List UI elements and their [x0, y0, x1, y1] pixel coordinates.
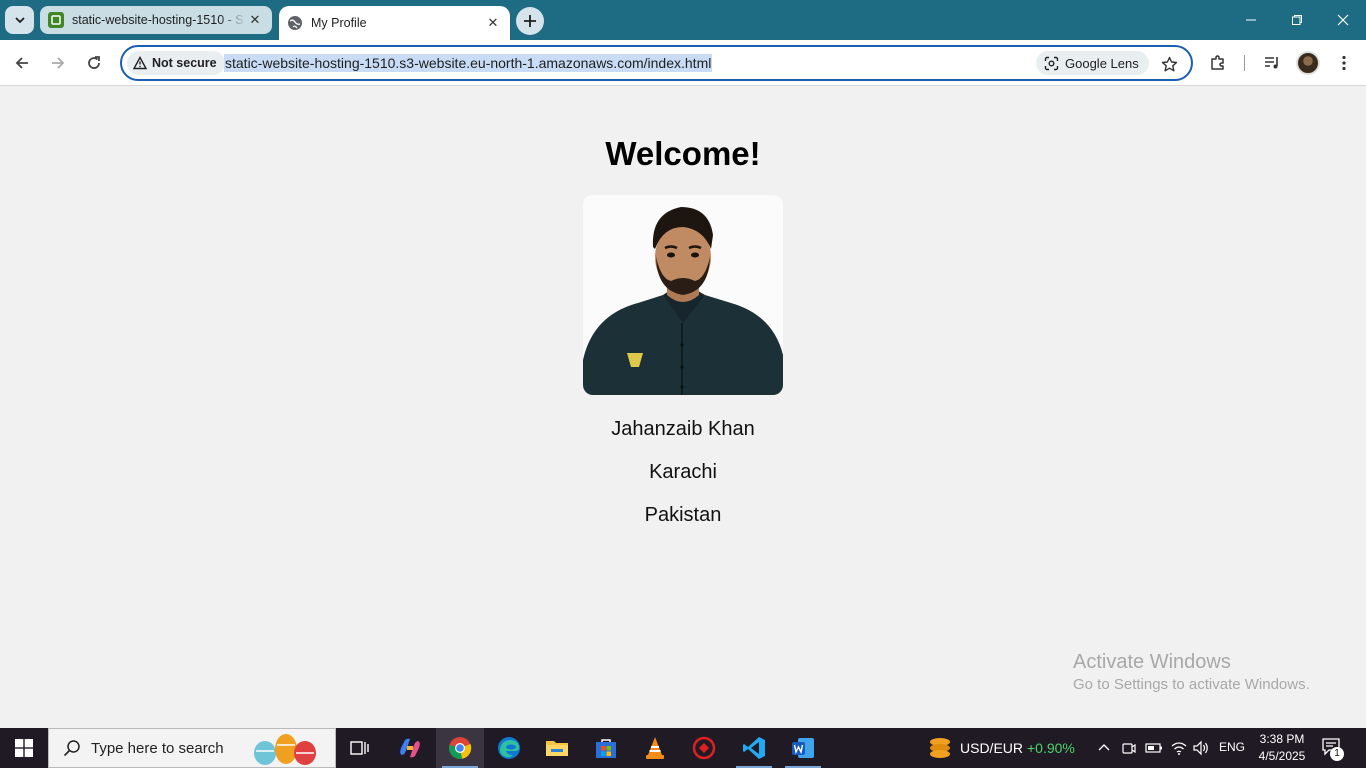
browser-toolbar: Not secure static-website-hosting-1510.s… [0, 40, 1366, 86]
microsoft-store-app[interactable] [582, 728, 630, 768]
tab-search-button[interactable] [5, 6, 34, 34]
google-lens-label: Google Lens [1065, 55, 1139, 71]
start-button[interactable] [0, 728, 48, 768]
taskbar-search-box[interactable]: Type here to search [48, 728, 336, 768]
activate-windows-subtitle: Go to Settings to activate Windows. [1073, 676, 1310, 693]
edge-icon [498, 737, 520, 759]
minimize-button[interactable] [1228, 0, 1274, 40]
wifi-icon[interactable] [1170, 740, 1188, 756]
extensions-button[interactable] [1204, 49, 1232, 77]
page-content: Welcome! Jahanzaib Khan Karachi Pakistan… [0, 87, 1366, 728]
profile-city: Karachi [649, 461, 717, 483]
tab-my-profile[interactable]: My Profile ✕ [279, 6, 510, 40]
address-bar[interactable]: Not secure static-website-hosting-1510.s… [120, 45, 1193, 81]
task-view-icon [350, 741, 369, 755]
page-title: Welcome! [605, 135, 761, 172]
file-explorer-app[interactable] [533, 728, 581, 768]
chrome-icon [449, 737, 472, 759]
reload-icon [88, 56, 100, 69]
security-chip[interactable]: Not secure [127, 51, 225, 75]
restore-icon [1292, 15, 1302, 25]
puzzle-icon [1211, 55, 1224, 70]
windows-logo-icon [15, 739, 33, 757]
clock[interactable]: 3:38 PM 4/5/2025 [1252, 731, 1312, 765]
word-app[interactable] [779, 728, 827, 768]
url-text[interactable]: static-website-hosting-1510.s3-website.e… [224, 54, 713, 72]
vscode-icon [743, 737, 765, 759]
folder-icon [546, 741, 568, 756]
profile-name: Jahanzaib Khan [611, 418, 755, 440]
minimize-icon [1246, 19, 1256, 21]
arrow-left-icon [15, 57, 28, 69]
search-icon [63, 740, 80, 757]
profile-photo [583, 195, 783, 395]
avatar [1296, 51, 1320, 75]
forward-button[interactable] [42, 47, 74, 79]
google-lens-icon [1044, 56, 1059, 70]
vlc-app[interactable] [631, 728, 679, 768]
speaker-icon[interactable] [1192, 740, 1210, 756]
edge-app[interactable] [485, 728, 533, 768]
store-icon [596, 739, 616, 758]
reload-button[interactable] [78, 47, 110, 79]
security-label: Not secure [152, 56, 217, 70]
currency-change: +0.90% [1027, 740, 1075, 756]
notification-count-badge: 1 [1330, 747, 1344, 761]
plus-icon [524, 15, 536, 27]
aws-s3-favicon-icon [48, 12, 64, 28]
profile-button[interactable] [1294, 49, 1322, 77]
menu-button[interactable] [1330, 49, 1358, 77]
toolbar-divider [1244, 55, 1245, 71]
new-tab-button[interactable] [516, 7, 544, 35]
google-lens-button[interactable]: Google Lens [1036, 51, 1149, 75]
camera-icon[interactable] [1121, 740, 1137, 756]
notifications-button[interactable]: 1 [1322, 738, 1346, 761]
tab-strip: static-website-hosting-1510 - S ✕ My Pro… [0, 0, 1366, 40]
copilot-app[interactable] [386, 728, 434, 768]
back-button[interactable] [6, 47, 38, 79]
chevron-up-icon[interactable] [1098, 742, 1110, 752]
red-app[interactable] [680, 728, 728, 768]
clock-date: 4/5/2025 [1258, 749, 1306, 763]
clock-time: 3:38 PM [1259, 732, 1305, 746]
language-indicator[interactable]: ENG [1219, 740, 1245, 754]
currency-label[interactable]: USD/EUR [960, 740, 1023, 756]
vlc-cone-icon [646, 737, 664, 759]
taskbar: Type here to search USD/EUR +0.90% ENG 3… [0, 728, 1366, 768]
easter-eggs-icon [254, 734, 316, 765]
activate-windows-title: Activate Windows [1073, 651, 1231, 673]
chrome-app[interactable] [436, 728, 484, 768]
copilot-icon [400, 738, 420, 758]
tab-title: static-website-hosting-1510 - S [72, 13, 244, 27]
bookmark-button[interactable] [1158, 53, 1180, 75]
tab-title: My Profile [311, 16, 367, 30]
media-control-button[interactable] [1258, 49, 1286, 77]
word-icon [792, 738, 814, 758]
task-view-button[interactable] [336, 728, 384, 768]
vscode-app[interactable] [730, 728, 778, 768]
chevron-down-icon [14, 17, 25, 24]
tab-s3-console[interactable]: static-website-hosting-1510 - S ✕ [40, 6, 272, 34]
close-window-button[interactable] [1320, 0, 1366, 40]
battery-icon[interactable] [1145, 742, 1163, 754]
star-icon [1161, 56, 1177, 71]
kebab-menu-icon [1342, 55, 1346, 71]
arrow-right-icon [52, 57, 65, 69]
warning-icon [133, 56, 147, 70]
circular-app-icon [692, 736, 716, 760]
close-tab-icon[interactable]: ✕ [246, 11, 264, 29]
restore-button[interactable] [1274, 0, 1320, 40]
search-placeholder: Type here to search [91, 739, 224, 757]
globe-icon [287, 15, 303, 31]
media-queue-icon [1265, 57, 1278, 69]
profile-country: Pakistan [644, 504, 722, 526]
close-tab-icon[interactable]: ✕ [484, 14, 502, 32]
currency-widget-icon[interactable] [928, 736, 952, 760]
close-icon [1337, 14, 1349, 26]
